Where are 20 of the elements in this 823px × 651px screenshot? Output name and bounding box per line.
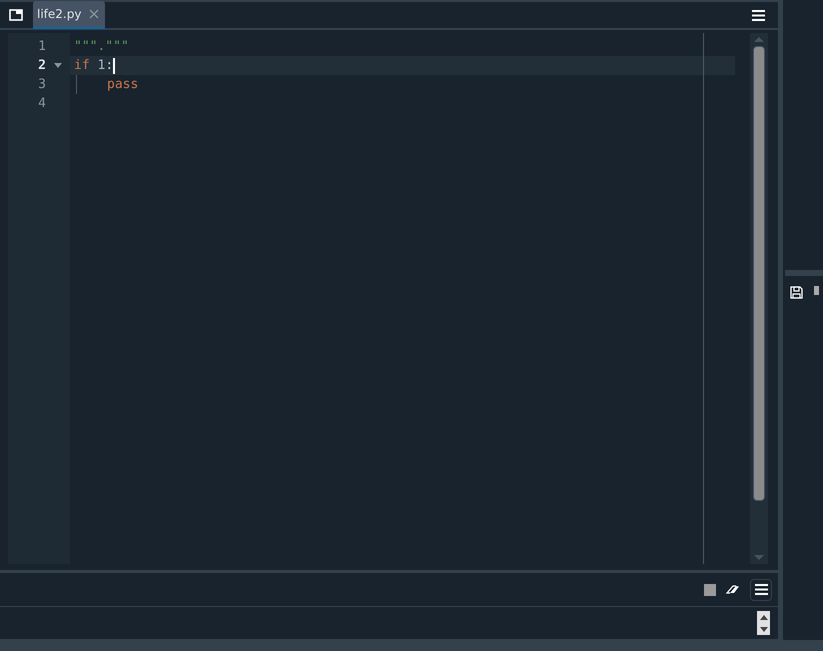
fold-icon[interactable] [54, 63, 62, 68]
menu-icon[interactable] [752, 10, 765, 20]
code-line: pass [107, 77, 138, 92]
spin-control[interactable] [757, 611, 770, 635]
save-icon[interactable] [790, 286, 803, 299]
file-tab[interactable]: life2.py [33, 1, 106, 29]
scrollbar[interactable] [750, 33, 768, 564]
stop-icon[interactable] [704, 584, 716, 596]
code-line: if 1: [74, 58, 116, 74]
menu-button[interactable] [750, 578, 772, 600]
menu-icon [754, 584, 768, 595]
line-number: 4 [38, 96, 46, 111]
code-line: """.""" [74, 39, 129, 54]
line-number: 1 [38, 39, 46, 54]
line-number: 3 [38, 77, 46, 92]
close-icon[interactable] [89, 9, 100, 19]
eraser-icon[interactable] [726, 585, 740, 594]
line-number: 2 [38, 58, 46, 73]
window-icon[interactable] [9, 9, 23, 21]
tab-title: life2.py [37, 7, 82, 21]
